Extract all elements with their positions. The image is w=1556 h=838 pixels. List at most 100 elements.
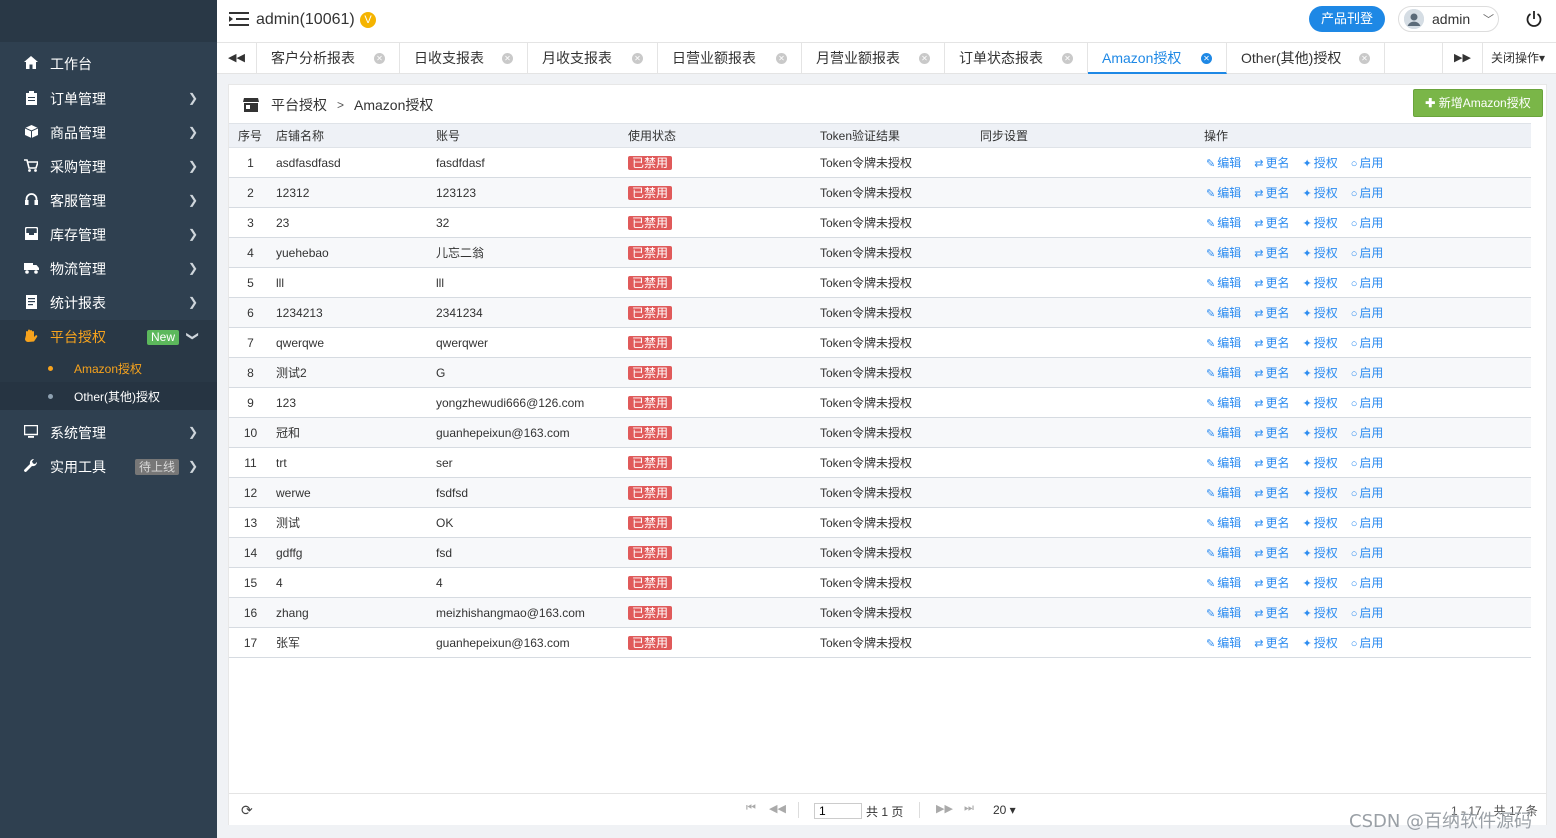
authorize-button[interactable]: ✦ 授权 [1302, 424, 1337, 441]
authorize-button[interactable]: ✦ 授权 [1302, 544, 1337, 561]
authorize-button[interactable]: ✦ 授权 [1302, 184, 1337, 201]
rename-button[interactable]: ⇄ 更名 [1254, 604, 1289, 621]
rename-button[interactable]: ⇄ 更名 [1254, 184, 1289, 201]
table-row[interactable]: 16 zhang meizhishangmao@163.com 已禁用 Token令牌未… [229, 597, 1531, 628]
menu-toggle-icon[interactable] [229, 11, 249, 29]
authorize-button[interactable]: ✦ 授权 [1302, 274, 1337, 291]
rename-button[interactable]: ⇄ 更名 [1254, 334, 1289, 351]
sidebar-item-system[interactable]: 系统管理 ❯ [0, 416, 217, 450]
authorize-button[interactable]: ✦ 授权 [1302, 334, 1337, 351]
authorize-button[interactable]: ✦ 授权 [1302, 214, 1337, 231]
authorize-button[interactable]: ✦ 授权 [1302, 154, 1337, 171]
close-icon[interactable]: ✕ [374, 53, 385, 64]
refresh-icon[interactable]: ⟳ [241, 802, 253, 819]
column-header-account[interactable]: 账号 [432, 123, 624, 148]
tab-daily-income[interactable]: 日收支报表 ✕ [400, 43, 528, 74]
sidebar-item-tools[interactable]: 实用工具 待上线 ❯ [0, 450, 217, 484]
rename-button[interactable]: ⇄ 更名 [1254, 394, 1289, 411]
prev-page-icon[interactable]: ◀◀ [769, 802, 786, 815]
rename-button[interactable]: ⇄ 更名 [1254, 574, 1289, 591]
close-operations-dropdown[interactable]: 关闭操作▾ [1482, 43, 1556, 74]
table-row[interactable]: 15 4 4 已禁用 Token令牌未授权 ✎ 编辑 ⇄ 更名 ✦ 授权 ○ 启用 [229, 567, 1531, 598]
table-row[interactable]: 7 qwerqwe qwerqwer 已禁用 Token令牌未授权 ✎ 编辑 ⇄ 更名 ✦ 授权 ○ 启… [229, 327, 1531, 358]
rename-button[interactable]: ⇄ 更名 [1254, 484, 1289, 501]
edit-button[interactable]: ✎ 编辑 [1206, 544, 1241, 561]
authorize-button[interactable]: ✦ 授权 [1302, 364, 1337, 381]
edit-button[interactable]: ✎ 编辑 [1206, 424, 1241, 441]
add-amazon-auth-button[interactable]: ✚ 新增Amazon授权 [1413, 89, 1543, 117]
rename-button[interactable]: ⇄ 更名 [1254, 454, 1289, 471]
enable-button[interactable]: ○ 启用 [1351, 154, 1384, 171]
enable-button[interactable]: ○ 启用 [1351, 514, 1384, 531]
enable-button[interactable]: ○ 启用 [1351, 424, 1384, 441]
rename-button[interactable]: ⇄ 更名 [1254, 304, 1289, 321]
table-row[interactable]: 5 lll lll 已禁用 Token令牌未授权 ✎ 编辑 ⇄ 更名 ✦ 授权 ○ 启用 [229, 267, 1531, 298]
enable-button[interactable]: ○ 启用 [1351, 184, 1384, 201]
rename-button[interactable]: ⇄ 更名 [1254, 274, 1289, 291]
enable-button[interactable]: ○ 启用 [1351, 394, 1384, 411]
page-number-input[interactable] [814, 803, 862, 819]
rename-button[interactable]: ⇄ 更名 [1254, 364, 1289, 381]
authorize-button[interactable]: ✦ 授权 [1302, 604, 1337, 621]
sidebar-item-products[interactable]: 商品管理 ❯ [0, 116, 217, 150]
edit-button[interactable]: ✎ 编辑 [1206, 274, 1241, 291]
table-row[interactable]: 2 12312 123123 已禁用 Token令牌未授权 ✎ 编辑 ⇄ 更名 ✦ 授权 ○ 启用 [229, 177, 1531, 208]
edit-button[interactable]: ✎ 编辑 [1206, 454, 1241, 471]
enable-button[interactable]: ○ 启用 [1351, 304, 1384, 321]
table-row[interactable]: 3 23 32 已禁用 Token令牌未授权 ✎ 编辑 ⇄ 更名 ✦ 授权 ○ 启用 [229, 207, 1531, 238]
tab-daily-revenue[interactable]: 日营业额报表 ✕ [658, 43, 802, 74]
breadcrumb-root[interactable]: 平台授权 [271, 95, 327, 115]
authorize-button[interactable]: ✦ 授权 [1302, 454, 1337, 471]
column-header-shop[interactable]: 店铺名称 [272, 123, 432, 148]
table-row[interactable]: 13 测试 OK 已禁用 Token令牌未授权 ✎ 编辑 ⇄ 更名 ✦ 授权 ○ 启用 [229, 507, 1531, 538]
authorize-button[interactable]: ✦ 授权 [1302, 394, 1337, 411]
sidebar-item-orders[interactable]: 订单管理 ❯ [0, 82, 217, 116]
product-listing-button[interactable]: 产品刊登 [1309, 6, 1385, 32]
table-row[interactable]: 8 测试2 G 已禁用 Token令牌未授权 ✎ 编辑 ⇄ 更名 ✦ 授权 ○ 启用 [229, 357, 1531, 388]
table-row[interactable]: 4 yuehebao 儿忘二翁 已禁用 Token令牌未授权 ✎ 编辑 ⇄ 更名 ✦ 授权 ○ 启用 [229, 237, 1531, 268]
power-icon[interactable] [1525, 10, 1543, 28]
tab-other-auth[interactable]: Other(其他)授权 ✕ [1227, 43, 1385, 74]
enable-button[interactable]: ○ 启用 [1351, 604, 1384, 621]
table-row[interactable]: 14 gdffg fsd 已禁用 Token令牌未授权 ✎ 编辑 ⇄ 更名 ✦ 授权 ○ 启用 [229, 537, 1531, 568]
column-header-actions[interactable]: 操作 [1200, 123, 1531, 148]
rename-button[interactable]: ⇄ 更名 [1254, 214, 1289, 231]
close-icon[interactable]: ✕ [1201, 53, 1212, 64]
column-header-status[interactable]: 使用状态 [624, 123, 816, 148]
rename-button[interactable]: ⇄ 更名 [1254, 634, 1289, 651]
column-header-sync[interactable]: 同步设置 [976, 123, 1200, 148]
sidebar-item-inventory[interactable]: 库存管理 ❯ [0, 218, 217, 252]
rename-button[interactable]: ⇄ 更名 [1254, 514, 1289, 531]
sidebar-item-purchasing[interactable]: 采购管理 ❯ [0, 150, 217, 184]
edit-button[interactable]: ✎ 编辑 [1206, 604, 1241, 621]
table-row[interactable]: 9 123 yongzhewudi666@126.com 已禁用 Token令牌未授权 ✎… [229, 387, 1531, 418]
enable-button[interactable]: ○ 启用 [1351, 334, 1384, 351]
enable-button[interactable]: ○ 启用 [1351, 244, 1384, 261]
table-row[interactable]: 6 1234213 2341234 已禁用 Token令牌未授权 ✎ 编辑 ⇄ 更名 ✦ 授权 ○ 启用 [229, 297, 1531, 328]
sidebar-subitem-other-auth[interactable]: Other(其他)授权 [0, 382, 217, 410]
authorize-button[interactable]: ✦ 授权 [1302, 634, 1337, 651]
enable-button[interactable]: ○ 启用 [1351, 574, 1384, 591]
page-size-select[interactable]: 20 ▾ [993, 803, 1016, 817]
tab-amazon-auth[interactable]: Amazon授权 ✕ [1088, 43, 1227, 74]
sidebar-item-customer-service[interactable]: 客服管理 ❯ [0, 184, 217, 218]
edit-button[interactable]: ✎ 编辑 [1206, 484, 1241, 501]
edit-button[interactable]: ✎ 编辑 [1206, 394, 1241, 411]
enable-button[interactable]: ○ 启用 [1351, 364, 1384, 381]
edit-button[interactable]: ✎ 编辑 [1206, 304, 1241, 321]
close-icon[interactable]: ✕ [1062, 53, 1073, 64]
authorize-button[interactable]: ✦ 授权 [1302, 574, 1337, 591]
sidebar-subitem-amazon-auth[interactable]: Amazon授权 [0, 354, 217, 382]
authorize-button[interactable]: ✦ 授权 [1302, 304, 1337, 321]
next-page-icon[interactable]: ▶▶ [936, 802, 953, 815]
last-page-icon[interactable]: ⏭ [964, 802, 974, 815]
tab-order-status[interactable]: 订单状态报表 ✕ [945, 43, 1088, 74]
enable-button[interactable]: ○ 启用 [1351, 274, 1384, 291]
rename-button[interactable]: ⇄ 更名 [1254, 154, 1289, 171]
enable-button[interactable]: ○ 启用 [1351, 544, 1384, 561]
sidebar-item-platform-auth[interactable]: 平台授权 New ❯ [0, 320, 217, 354]
authorize-button[interactable]: ✦ 授权 [1302, 514, 1337, 531]
enable-button[interactable]: ○ 启用 [1351, 484, 1384, 501]
authorize-button[interactable]: ✦ 授权 [1302, 484, 1337, 501]
tab-customer-analysis[interactable]: 客户分析报表 ✕ [257, 43, 400, 74]
